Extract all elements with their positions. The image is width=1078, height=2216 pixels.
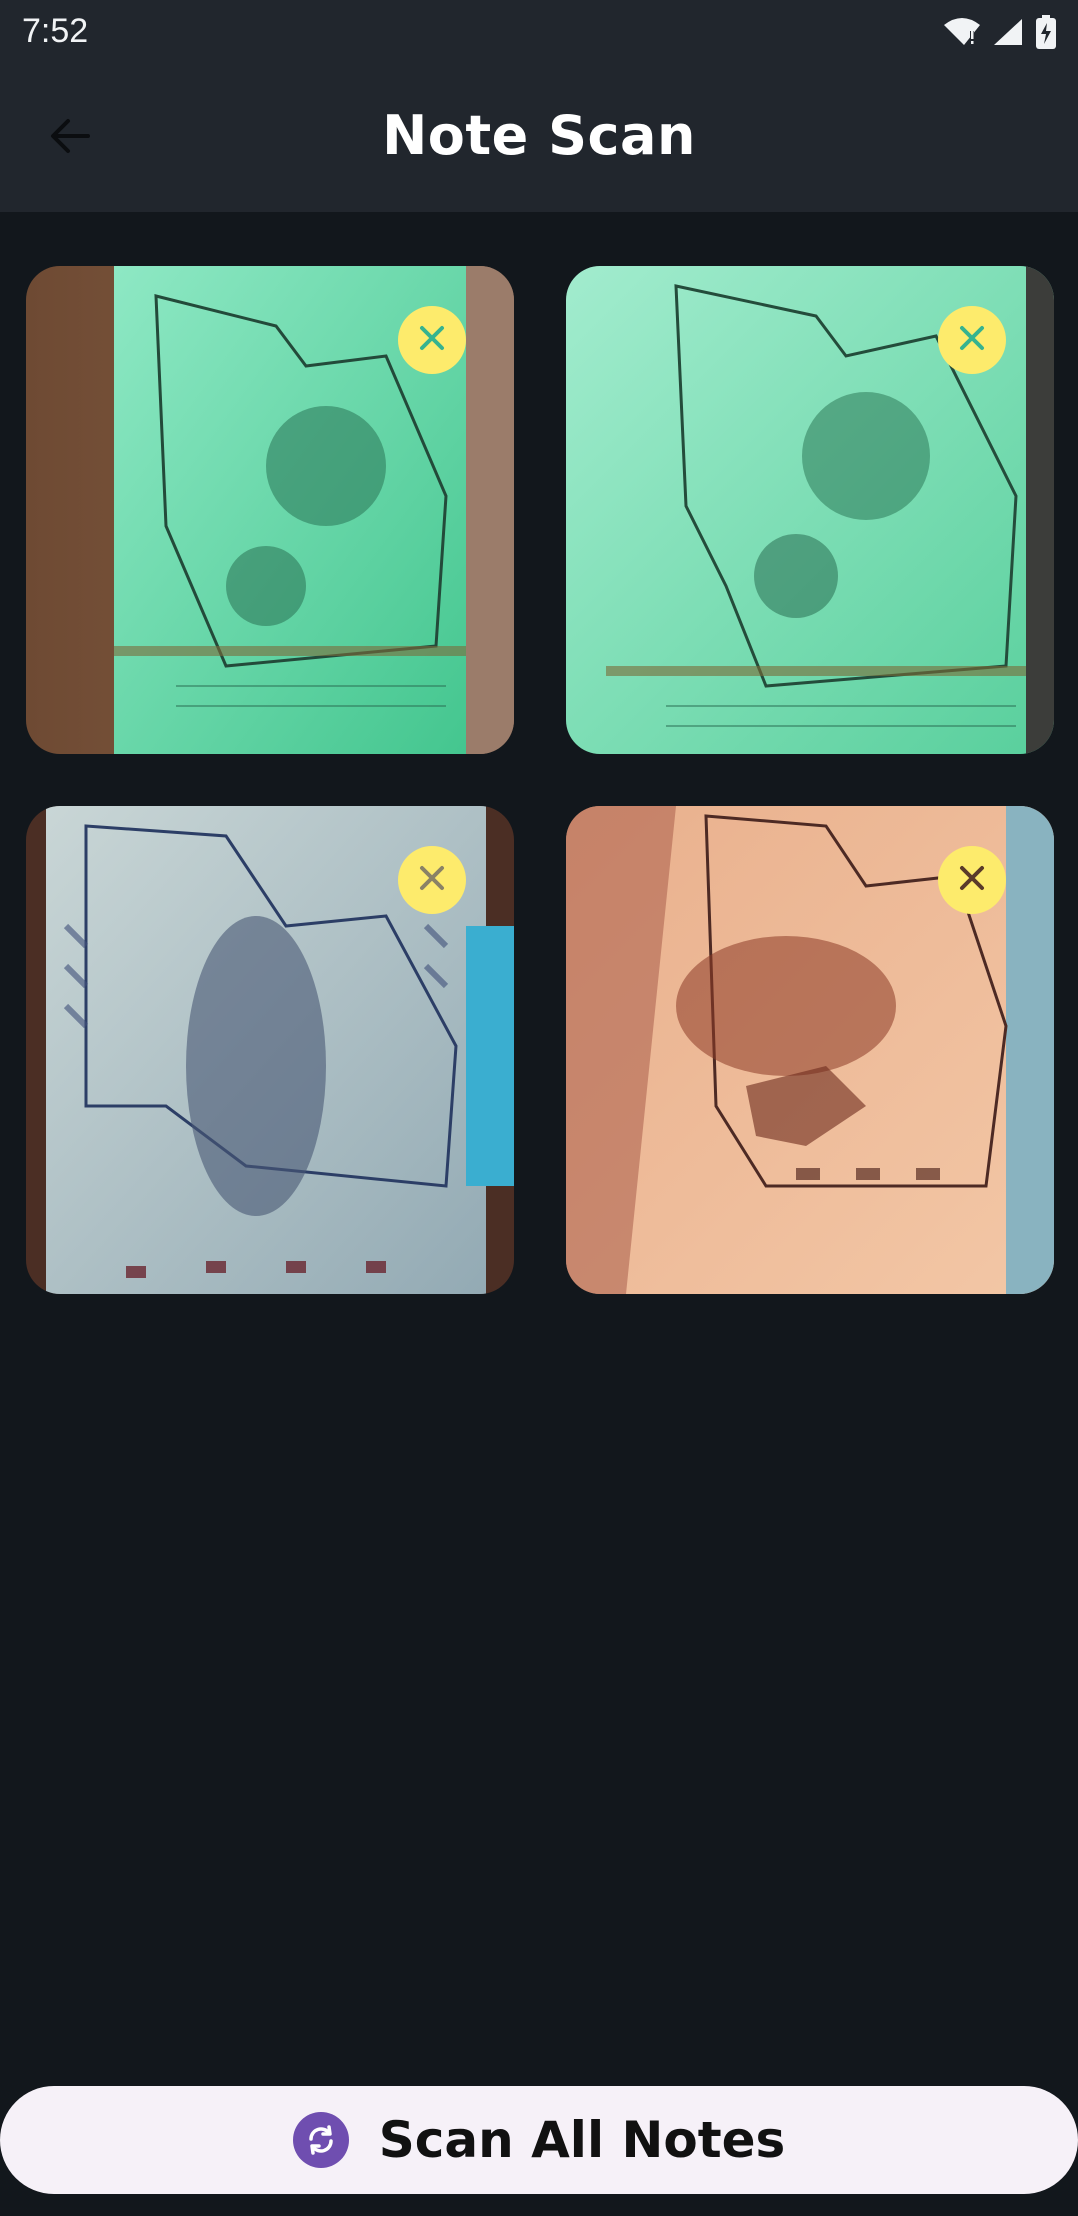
scan-all-notes-label: Scan All Notes (378, 2111, 786, 2169)
close-icon (956, 322, 988, 358)
close-icon (416, 322, 448, 358)
status-icons (944, 12, 1056, 52)
note-card[interactable] (566, 266, 1054, 754)
remove-note-button[interactable] (398, 306, 466, 374)
remove-note-button[interactable] (398, 846, 466, 914)
wifi-alert-icon (944, 17, 980, 47)
remove-note-button[interactable] (938, 306, 1006, 374)
scan-all-notes-button[interactable]: Scan All Notes (0, 2086, 1078, 2194)
cellular-signal-icon (992, 17, 1024, 47)
app-bar: Note Scan (0, 64, 1078, 212)
note-card[interactable] (26, 266, 514, 754)
refresh-icon (292, 2112, 349, 2168)
battery-charging-icon (1036, 15, 1056, 49)
close-icon (956, 862, 988, 898)
note-card[interactable] (26, 806, 514, 1294)
remove-note-button[interactable] (938, 846, 1006, 914)
status-bar: 7:52 (0, 0, 1078, 64)
note-card[interactable] (566, 806, 1054, 1294)
close-icon (416, 862, 448, 898)
page-title: Note Scan (382, 104, 696, 167)
status-time: 7:52 (22, 12, 89, 50)
